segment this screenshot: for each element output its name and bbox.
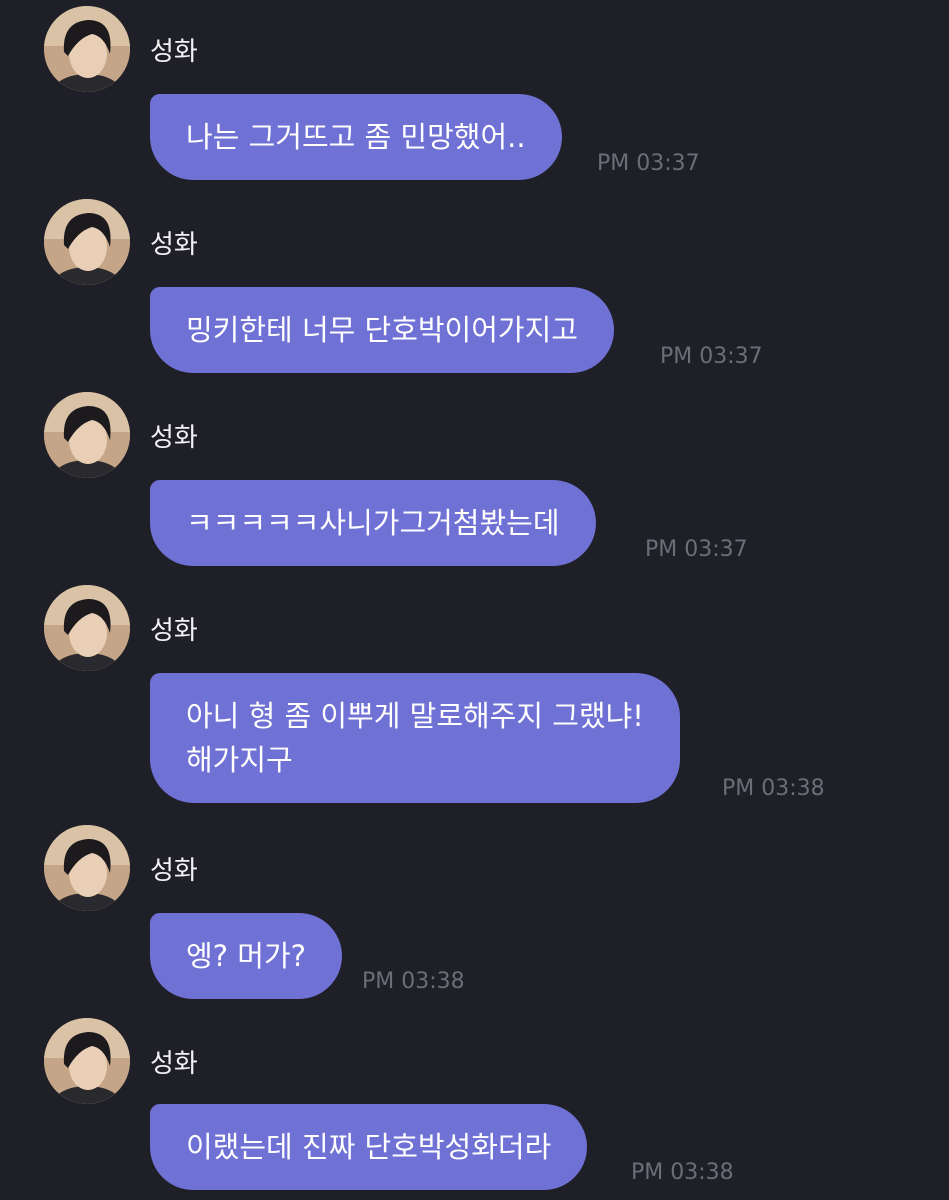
message-text: ㅋㅋㅋㅋㅋ사니가그거첨봤는데	[186, 506, 560, 540]
avatar-photo-icon	[44, 6, 130, 92]
message-bubble[interactable]: 밍키한테 너무 단호박이어가지고	[150, 287, 614, 373]
message-text: 밍키한테 너무 단호박이어가지고	[186, 313, 578, 347]
avatar[interactable]	[44, 585, 130, 671]
avatar-photo-icon	[44, 392, 130, 478]
sender-name: 성화	[150, 423, 198, 453]
sender-name: 성화	[150, 230, 198, 260]
sender-name: 성화	[150, 1049, 198, 1079]
message-text: 엥? 머가?	[186, 939, 307, 973]
message-text: 나는 그거뜨고 좀 민망했어..	[186, 120, 526, 154]
message-time: PM 03:38	[722, 776, 825, 801]
sender-name: 성화	[150, 616, 198, 646]
sender-name: 성화	[150, 856, 198, 886]
message-bubble[interactable]: 엥? 머가?	[150, 913, 343, 999]
message-bubble[interactable]: ㅋㅋㅋㅋㅋ사니가그거첨봤는데	[150, 480, 596, 566]
avatar[interactable]	[44, 825, 130, 911]
avatar-photo-icon	[44, 1018, 130, 1104]
avatar-photo-icon	[44, 825, 130, 911]
message-text: 이랬는데 진짜 단호박성화더라	[186, 1130, 552, 1164]
message-time: PM 03:38	[631, 1160, 734, 1185]
avatar[interactable]	[44, 392, 130, 478]
message-time: PM 03:37	[645, 537, 748, 562]
avatar[interactable]	[44, 199, 130, 285]
avatar[interactable]	[44, 6, 130, 92]
message-bubble[interactable]: 아니 형 좀 이뿌게 말로해주지 그랬냐! 해가지구	[150, 673, 680, 803]
message-time: PM 03:37	[597, 151, 700, 176]
sender-name: 성화	[150, 37, 198, 67]
message-time: PM 03:37	[660, 344, 763, 369]
message-time: PM 03:38	[362, 969, 465, 994]
message-bubble[interactable]: 나는 그거뜨고 좀 민망했어..	[150, 94, 562, 180]
message-text: 아니 형 좀 이뿌게 말로해주지 그랬냐!	[186, 699, 644, 733]
chat-view: 성화 나는 그거뜨고 좀 민망했어.. PM 03:37 성화 밍키한테 너무 …	[0, 0, 949, 1200]
message-text: 해가지구	[186, 743, 293, 777]
avatar-photo-icon	[44, 199, 130, 285]
avatar-photo-icon	[44, 585, 130, 671]
message-bubble[interactable]: 이랬는데 진짜 단호박성화더라	[150, 1104, 588, 1190]
avatar[interactable]	[44, 1018, 130, 1104]
